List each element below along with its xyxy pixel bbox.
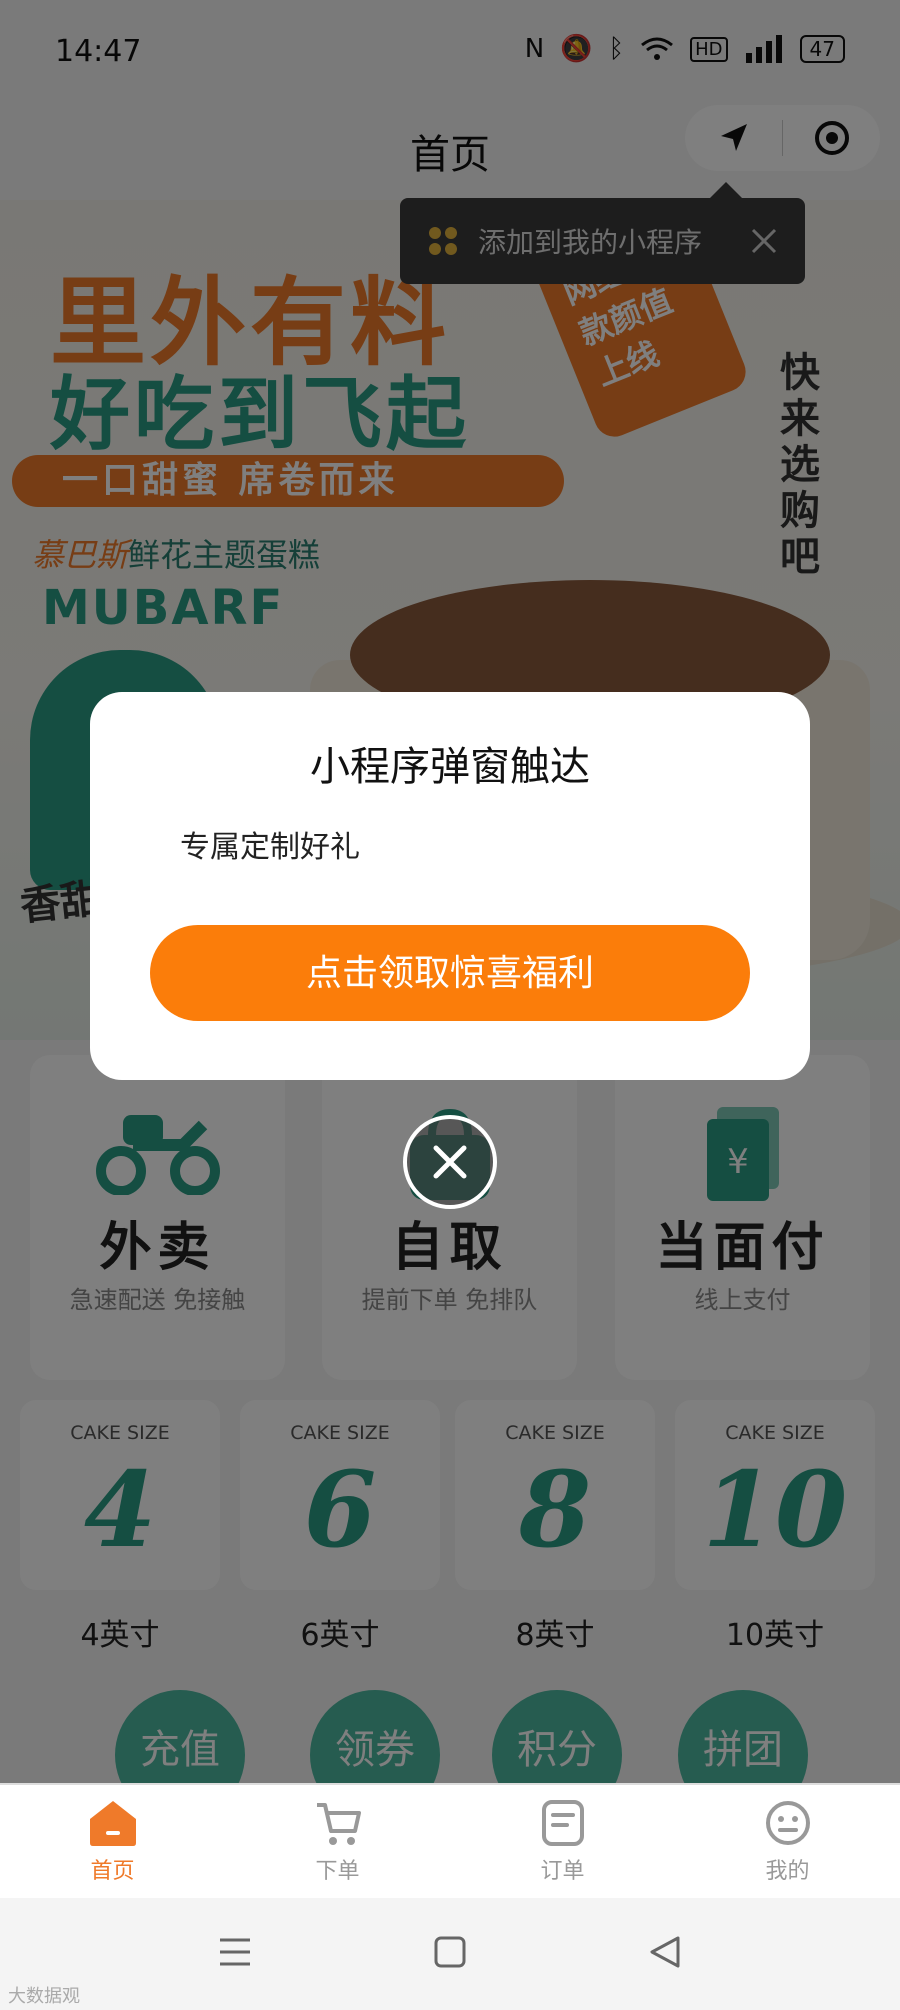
close-icon: [433, 1145, 467, 1179]
system-navigation-bar: [0, 1898, 900, 2010]
tab-profile[interactable]: 我的: [675, 1785, 900, 1898]
home-icon: [0, 1799, 225, 1847]
tab-label: 下单: [315, 1859, 360, 1884]
menu-icon[interactable]: [218, 1934, 252, 1970]
tab-label: 我的: [765, 1859, 810, 1884]
tab-label: 订单: [540, 1859, 585, 1884]
page: 14:47 N 🔕 ᛒ HD 47 里外有料 好吃到飞起 一口甜蜜 席卷而来 慕…: [0, 0, 900, 2010]
home-square-icon[interactable]: [433, 1934, 467, 1970]
cart-icon: [225, 1799, 450, 1847]
profile-icon: [675, 1799, 900, 1847]
modal-close-button[interactable]: [403, 1115, 497, 1209]
bottom-tab-bar: 首页 下单 订单 我的: [0, 1783, 900, 1898]
back-icon[interactable]: [648, 1934, 682, 1970]
modal-title: 小程序弹窗触达: [310, 744, 590, 790]
tab-home[interactable]: 首页: [0, 1785, 225, 1898]
tab-order[interactable]: 下单: [225, 1785, 450, 1898]
tab-label: 首页: [90, 1859, 135, 1884]
order-icon: [450, 1799, 675, 1847]
tab-orders[interactable]: 订单: [450, 1785, 675, 1898]
watermark: 大数据观: [8, 1986, 80, 2007]
modal-body: 专属定制好礼: [180, 830, 360, 865]
promo-modal: 小程序弹窗触达 专属定制好礼 点击领取惊喜福利: [90, 692, 810, 1080]
claim-gift-button[interactable]: 点击领取惊喜福利: [150, 925, 750, 1021]
